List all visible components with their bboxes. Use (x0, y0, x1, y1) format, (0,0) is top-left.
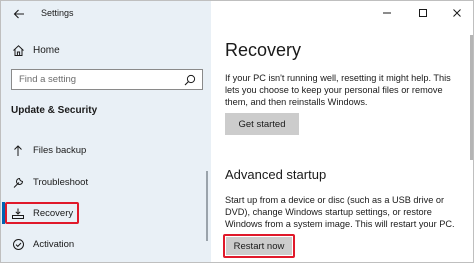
wrench-icon (11, 175, 25, 189)
sidebar-item-label: Activation (33, 238, 75, 250)
nav-home[interactable]: Home (11, 41, 201, 59)
search-placeholder: Find a setting (19, 74, 77, 85)
maximize-button[interactable] (407, 1, 439, 25)
sidebar-item-troubleshoot[interactable]: Troubleshoot (11, 171, 201, 193)
back-arrow-icon (13, 9, 24, 19)
check-circle-icon (11, 237, 25, 251)
back-button[interactable] (9, 4, 29, 24)
nav-home-label: Home (33, 44, 60, 56)
sidebar-item-recovery[interactable]: Recovery (5, 202, 79, 224)
close-icon (453, 9, 461, 17)
minimize-icon (383, 12, 391, 14)
get-started-button[interactable]: Get started (225, 113, 299, 135)
advanced-startup-title: Advanced startup (225, 167, 327, 182)
sidebar-item-label: Recovery (33, 207, 74, 219)
reset-description: If your PC isn't running well, resetting… (225, 73, 451, 107)
upload-arrow-icon (11, 143, 25, 157)
sidebar-item-activation[interactable]: Activation (11, 233, 201, 255)
sidebar-item-label: Troubleshoot (33, 176, 89, 188)
sidebar: Settings Home Find a setting Update & Se… (1, 1, 211, 262)
sidebar-scrollbar[interactable] (206, 171, 208, 241)
settings-window: Settings Home Find a setting Update & Se… (0, 0, 474, 263)
app-title: Settings (41, 8, 74, 18)
search-icon (184, 74, 196, 86)
page-title: Recovery (225, 40, 302, 60)
recovery-icon (11, 206, 25, 220)
maximize-icon (419, 9, 427, 17)
sidebar-item-files-backup[interactable]: Files backup (11, 139, 201, 161)
content-scrollbar[interactable] (470, 35, 473, 160)
close-button[interactable] (441, 1, 473, 25)
minimize-button[interactable] (371, 1, 403, 25)
advanced-description: Start up from a device or disc (such as … (225, 195, 455, 229)
section-title: Update & Security (11, 105, 98, 116)
title-bar: Settings (1, 1, 211, 27)
main-content: Recovery If your PC isn't running well, … (211, 1, 473, 262)
sidebar-item-label: Files backup (33, 144, 87, 156)
search-input[interactable]: Find a setting (11, 69, 203, 90)
restart-highlight: Restart now (223, 234, 295, 258)
home-icon (11, 43, 25, 57)
restart-now-button[interactable]: Restart now (226, 237, 292, 255)
